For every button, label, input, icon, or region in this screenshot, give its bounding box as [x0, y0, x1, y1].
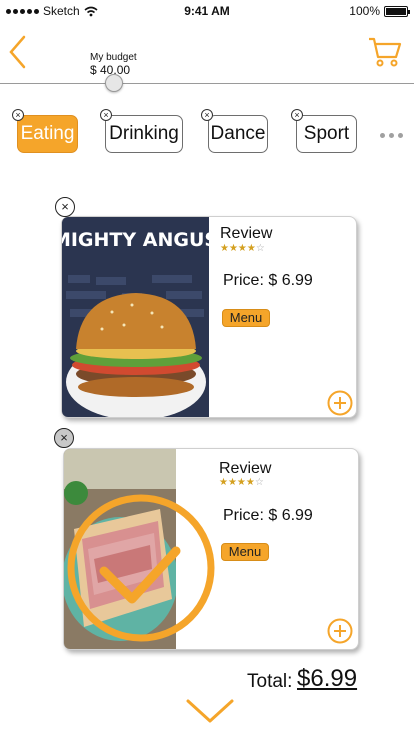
remove-category-icon[interactable]: × — [291, 109, 303, 121]
more-categories-icon[interactable] — [380, 133, 403, 138]
image-text: MIGHTY ANGUS — [62, 229, 209, 251]
budget-slider-thumb[interactable] — [105, 74, 123, 92]
budget-label: My budget — [90, 52, 137, 63]
category-chip-eating[interactable]: Eating — [17, 115, 78, 153]
status-bar: Sketch 9:41 AM 100% — [0, 0, 414, 22]
burger-photo: MIGHTY ANGUS — [62, 217, 209, 417]
rating-stars: ★★★★☆ — [219, 477, 264, 488]
remove-category-icon[interactable]: × — [100, 109, 112, 121]
category-label: Drinking — [109, 123, 179, 144]
chevron-down-icon[interactable] — [185, 698, 235, 724]
remove-category-icon[interactable]: × — [12, 109, 24, 121]
rating-stars: ★★★★☆ — [220, 243, 265, 254]
add-item-icon[interactable] — [327, 618, 353, 644]
cart-icon[interactable] — [368, 36, 402, 68]
category-chip-dance[interactable]: Dance — [208, 115, 268, 153]
item-card[interactable]: MIGHTY ANGUS Review ★★★★☆ Price: $ 6.99 … — [61, 216, 357, 418]
category-chip-drinking[interactable]: Drinking — [105, 115, 183, 153]
review-label: Review — [220, 225, 273, 242]
review-label: Review — [219, 460, 272, 477]
burger-image: MIGHTY ANGUS — [62, 217, 209, 417]
battery-percent: 100% — [349, 4, 380, 18]
total-value: $6.99 — [297, 665, 358, 692]
battery-icon — [384, 5, 410, 17]
nav-bar: My budget $ 40.00 — [0, 22, 414, 84]
category-chip-sport[interactable]: Sport — [296, 115, 357, 153]
add-item-icon[interactable] — [327, 390, 353, 416]
battery-info: 100% — [349, 4, 410, 18]
remove-item-icon[interactable]: × — [54, 428, 74, 448]
item-price: Price: $ 6.99 — [223, 272, 313, 289]
remove-item-icon[interactable]: × — [55, 197, 75, 217]
selected-check-icon — [67, 494, 215, 642]
item-card[interactable]: Review ★★★★☆ Price: $ 6.99 Menu — [63, 448, 359, 650]
category-label: Sport — [303, 123, 350, 144]
total-label: Total: — [247, 671, 293, 692]
category-label: Eating — [20, 123, 75, 144]
category-label: Dance — [210, 123, 266, 144]
chevron-left-icon[interactable] — [6, 34, 28, 70]
menu-button[interactable]: Menu — [222, 309, 270, 327]
remove-category-icon[interactable]: × — [201, 109, 213, 121]
item-price: Price: $ 6.99 — [223, 507, 313, 524]
menu-button[interactable]: Menu — [221, 543, 269, 561]
